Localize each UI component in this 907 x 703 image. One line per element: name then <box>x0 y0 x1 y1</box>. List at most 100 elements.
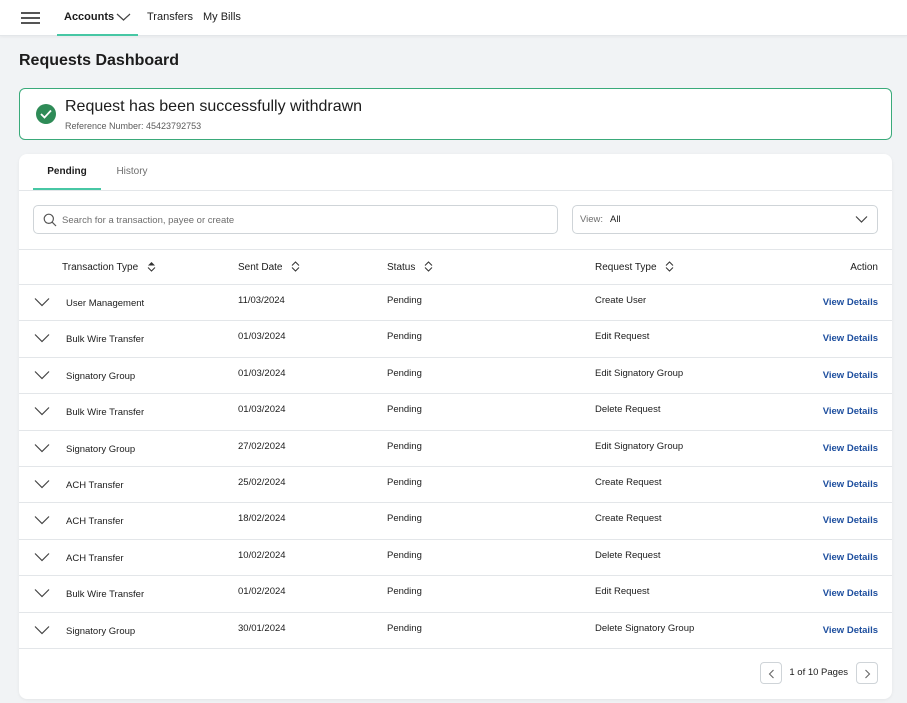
table-row: Signatory Group 27/02/2024 Pending Edit Sig… <box>19 431 892 467</box>
alert-reference: Reference Number: 45423792753 <box>65 121 202 131</box>
cell-request-type: Delete Signatory Group <box>595 622 695 634</box>
cell-transaction-type: Bulk Wire Transfer <box>66 407 145 419</box>
alert-title: Request has been successfully withdrawn <box>65 98 363 115</box>
search-box <box>33 205 558 234</box>
col-transaction-type: Transaction Type <box>62 250 156 285</box>
view-details-link[interactable]: View Details <box>823 297 878 308</box>
chevron-down-icon[interactable] <box>34 297 50 307</box>
nav-my-bills[interactable]: My Bills <box>203 0 241 36</box>
cell-transaction-type: Signatory Group <box>66 625 136 637</box>
table-row: User Management 11/03/2024 Pending Create U… <box>19 285 892 322</box>
view-details-link[interactable]: View Details <box>823 370 878 381</box>
check-circle-icon <box>36 104 56 124</box>
cell-request-type: Create Request <box>595 476 662 488</box>
tab-history[interactable]: History <box>109 154 155 190</box>
table-row: Bulk Wire Transfer 01/03/2024 Pending Delet… <box>19 394 892 431</box>
col-status-label: Status <box>387 262 416 273</box>
view-details-link[interactable]: View Details <box>823 333 878 344</box>
cell-transaction-type: Bulk Wire Transfer <box>66 589 145 601</box>
success-alert: Request has been successfully withdrawn … <box>19 88 892 140</box>
chevron-down-icon[interactable] <box>34 370 50 380</box>
table-row: ACH Transfer 25/02/2024 Pending Create Requ… <box>19 467 892 504</box>
requests-card: Pending History View: All Transaction Ty… <box>19 154 892 699</box>
cell-status: Pending <box>387 331 422 343</box>
page-title: Requests Dashboard <box>19 52 180 69</box>
cell-transaction-type: ACH Transfer <box>66 479 124 491</box>
cell-sent-date: 10/02/2024 <box>238 549 286 561</box>
cell-sent-date: 01/02/2024 <box>238 586 286 598</box>
nav-transfers[interactable]: Transfers <box>147 0 193 36</box>
cell-status: Pending <box>387 476 422 488</box>
table-row: Bulk Wire Transfer 01/02/2024 Pending Edit … <box>19 576 892 613</box>
chevron-down-icon <box>116 13 131 21</box>
chevron-down-icon[interactable] <box>34 406 50 416</box>
view-details-link[interactable]: View Details <box>823 406 878 417</box>
col-action: Action <box>850 262 878 273</box>
chevron-down-icon[interactable] <box>34 479 50 489</box>
view-select[interactable]: View: All <box>572 205 878 234</box>
cell-request-type: Edit Signatory Group <box>595 367 684 379</box>
chevron-down-icon[interactable] <box>34 552 50 562</box>
chevron-down-icon <box>855 216 868 223</box>
chevron-down-icon[interactable] <box>34 515 50 525</box>
table-row: Signatory Group 01/03/2024 Pending Edit Sig… <box>19 358 892 395</box>
view-details-link[interactable]: View Details <box>823 515 878 526</box>
cell-status: Pending <box>387 295 422 306</box>
cell-status: Pending <box>387 440 422 452</box>
cell-transaction-type: ACH Transfer <box>66 516 124 528</box>
cell-transaction-type: Bulk Wire Transfer <box>66 334 145 346</box>
cell-transaction-type: Signatory Group <box>66 370 136 382</box>
view-details-link[interactable]: View Details <box>823 625 878 636</box>
col-sent-date: Sent Date <box>238 250 300 285</box>
cell-sent-date: 01/03/2024 <box>238 367 286 379</box>
chevron-down-icon[interactable] <box>34 588 50 598</box>
cell-request-type: Delete Request <box>595 404 661 416</box>
cell-request-type: Create User <box>595 295 647 306</box>
top-nav: Accounts Transfers My Bills <box>0 0 907 36</box>
cell-transaction-type: User Management <box>66 298 145 309</box>
chevron-down-icon[interactable] <box>34 333 50 343</box>
chevron-right-icon <box>865 669 871 679</box>
pagination-text: 1 of 10 Pages <box>789 667 848 678</box>
view-details-link[interactable]: View Details <box>823 443 878 454</box>
chevron-down-icon[interactable] <box>34 443 50 453</box>
cell-transaction-type: ACH Transfer <box>66 552 124 564</box>
tab-pending[interactable]: Pending <box>33 154 101 190</box>
cell-request-type: Edit Signatory Group <box>595 440 684 452</box>
chevron-left-icon <box>768 669 774 679</box>
table-row: ACH Transfer 18/02/2024 Pending Create Requ… <box>19 503 892 540</box>
search-icon <box>43 213 57 227</box>
sort-icon[interactable] <box>424 261 433 272</box>
cell-sent-date: 18/02/2024 <box>238 513 286 525</box>
nav-accounts[interactable]: Accounts <box>57 0 138 36</box>
search-input[interactable] <box>62 211 542 229</box>
sort-icon[interactable] <box>665 261 674 272</box>
cell-sent-date: 01/03/2024 <box>238 404 286 416</box>
pagination: 1 of 10 Pages <box>760 662 878 684</box>
col-request-type: Request Type <box>595 250 674 285</box>
cell-request-type: Delete Request <box>595 549 661 561</box>
view-details-link[interactable]: View Details <box>823 552 878 563</box>
cell-sent-date: 11/03/2024 <box>238 295 285 306</box>
cell-status: Pending <box>387 549 422 561</box>
cell-request-type: Edit Request <box>595 586 650 598</box>
view-details-link[interactable]: View Details <box>823 588 878 599</box>
view-details-link[interactable]: View Details <box>823 479 878 490</box>
sort-icon[interactable] <box>291 261 300 272</box>
table-row: Bulk Wire Transfer 01/03/2024 Pending Edit … <box>19 321 892 358</box>
prev-page-button[interactable] <box>760 662 782 684</box>
chevron-down-icon[interactable] <box>34 625 50 635</box>
nav-accounts-label: Accounts <box>64 11 115 23</box>
cell-sent-date: 27/02/2024 <box>238 440 286 452</box>
sort-icon[interactable] <box>147 261 156 272</box>
menu-icon[interactable] <box>21 12 40 24</box>
cell-status: Pending <box>387 622 422 634</box>
table-row: Signatory Group 30/01/2024 Pending Delete S… <box>19 613 892 649</box>
table-row: ACH Transfer 10/02/2024 Pending Delete Requ… <box>19 540 892 577</box>
view-label: View: <box>580 214 604 225</box>
next-page-button[interactable] <box>856 662 878 684</box>
cell-status: Pending <box>387 404 422 416</box>
cell-request-type: Edit Request <box>595 331 650 343</box>
cell-status: Pending <box>387 513 422 525</box>
cell-transaction-type: Signatory Group <box>66 443 136 455</box>
